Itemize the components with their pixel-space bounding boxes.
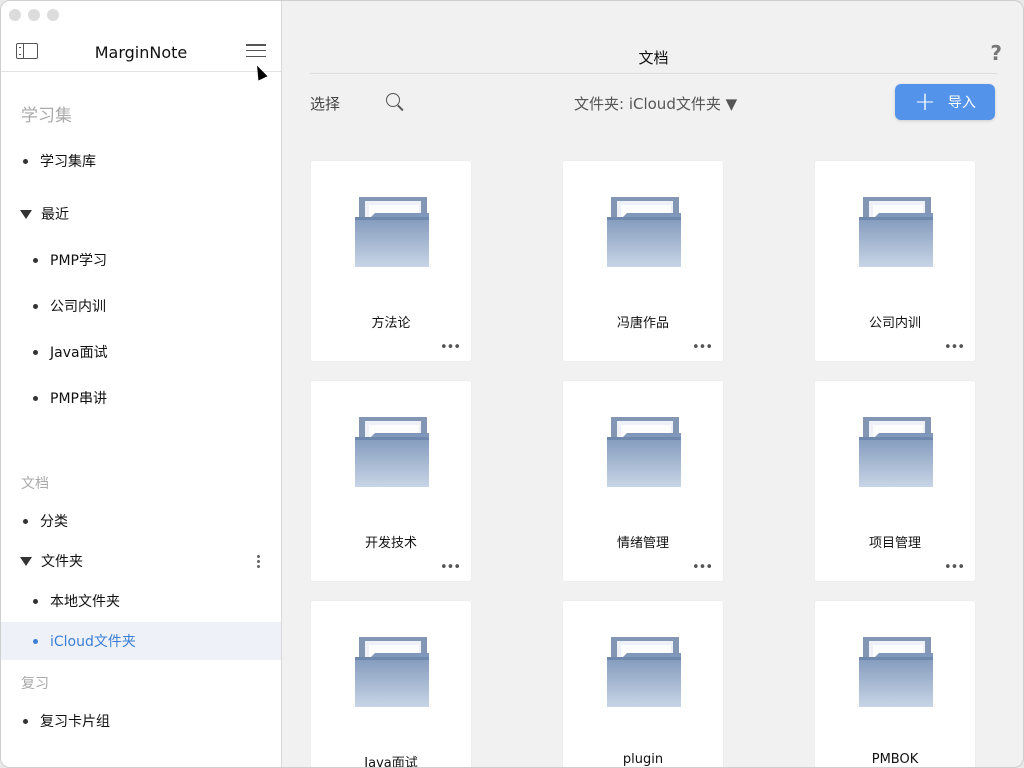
sidebar-header: MarginNote: [1, 37, 281, 72]
more-horizontal-icon[interactable]: •••: [692, 340, 713, 355]
folder-name: Java面试: [364, 756, 418, 768]
sidebar-item-folders[interactable]: 文件夹: [1, 543, 281, 579]
folder-card[interactable]: PMBOK: [815, 601, 975, 767]
more-horizontal-icon[interactable]: •••: [692, 560, 713, 575]
folder-name: plugin: [622, 752, 664, 767]
minimize-window-button[interactable]: [28, 9, 40, 21]
folder-dropdown[interactable]: 文件夹: iCloud文件夹 ▼: [574, 93, 737, 114]
folder-card[interactable]: 冯唐作品 •••: [563, 161, 723, 361]
bullet-icon: [23, 518, 28, 524]
sidebar-item-review-decks[interactable]: 复习卡片组: [1, 703, 281, 739]
folder-icon: [859, 197, 933, 267]
zoom-window-button[interactable]: [47, 9, 59, 21]
folder-card[interactable]: 开发技术 •••: [311, 381, 471, 581]
section-heading-study-sets: 学习集: [21, 106, 72, 126]
search-icon[interactable]: [386, 93, 400, 107]
bullet-icon: [33, 638, 38, 644]
sidebar-item-recent[interactable]: 最近: [1, 196, 281, 232]
folder-card[interactable]: plugin: [563, 601, 723, 767]
close-window-button[interactable]: [9, 9, 21, 21]
bullet-icon: [33, 349, 38, 355]
section-heading-documents: 文档: [21, 476, 49, 492]
app-window: MarginNote 学习集 学习集库 最近 PMP学习 公司内训 Java面试…: [0, 0, 1024, 768]
folder-card[interactable]: Java面试: [311, 601, 471, 768]
sidebar-item-local-folder[interactable]: 本地文件夹: [1, 583, 281, 619]
folder-name: 项目管理: [868, 536, 921, 551]
plus-icon: +: [914, 87, 936, 117]
header-divider: [310, 73, 997, 74]
folder-icon: [859, 637, 933, 707]
folder-name: PMBOK: [871, 752, 919, 767]
folder-icon: [355, 197, 429, 267]
folder-name: 开发技术: [364, 536, 417, 551]
sidebar-item-recent-java[interactable]: Java面试: [1, 334, 281, 370]
window-controls: [9, 9, 59, 21]
sidebar-item-icloud-folder[interactable]: iCloud文件夹: [1, 622, 281, 660]
folder-name: 冯唐作品: [616, 316, 669, 331]
folder-name: 情绪管理: [616, 536, 669, 551]
folder-card[interactable]: 项目管理 •••: [815, 381, 975, 581]
folder-card[interactable]: 情绪管理 •••: [563, 381, 723, 581]
more-vertical-icon[interactable]: [257, 555, 260, 570]
folder-icon: [607, 637, 681, 707]
bullet-icon: [23, 158, 28, 164]
bullet-icon: [33, 395, 38, 401]
more-horizontal-icon[interactable]: •••: [440, 560, 461, 575]
folder-icon: [355, 637, 429, 707]
folder-icon: [355, 417, 429, 487]
import-button[interactable]: + 导入: [895, 84, 995, 120]
disclosure-triangle-icon[interactable]: [20, 209, 32, 219]
folder-icon: [607, 197, 681, 267]
bullet-icon: [33, 257, 38, 263]
more-horizontal-icon[interactable]: •••: [944, 560, 965, 575]
help-icon[interactable]: ?: [990, 41, 1002, 65]
folder-card[interactable]: 方法论 •••: [311, 161, 471, 361]
section-heading-review: 复习: [21, 676, 49, 692]
more-horizontal-icon[interactable]: •••: [440, 340, 461, 355]
folder-name: 方法论: [371, 316, 411, 331]
bullet-icon: [33, 598, 38, 604]
folder-card[interactable]: 公司内训 •••: [815, 161, 975, 361]
page-title: 文档: [638, 49, 669, 67]
main-content: 文档 ? 选择 文件夹: iCloud文件夹 ▼ + 导入 方法论 ••• 冯唐…: [282, 1, 1023, 768]
sidebar-item-recent-pmp[interactable]: PMP学习: [1, 242, 281, 278]
bullet-icon: [33, 303, 38, 309]
folder-name: 公司内训: [868, 316, 921, 331]
folder-icon: [859, 417, 933, 487]
folder-icon: [607, 417, 681, 487]
sidebar-item-categories[interactable]: 分类: [1, 503, 281, 539]
sidebar: MarginNote 学习集 学习集库 最近 PMP学习 公司内训 Java面试…: [1, 1, 282, 767]
import-button-label: 导入: [947, 95, 976, 111]
select-button[interactable]: 选择: [310, 93, 340, 114]
sidebar-item-recent-training[interactable]: 公司内训: [1, 288, 281, 324]
disclosure-triangle-icon[interactable]: [20, 556, 32, 566]
more-horizontal-icon[interactable]: •••: [944, 340, 965, 355]
app-title: MarginNote: [94, 43, 188, 62]
sidebar-item-recent-pmp-talk[interactable]: PMP串讲: [1, 380, 281, 416]
hamburger-menu-icon[interactable]: [246, 44, 266, 58]
bullet-icon: [23, 718, 28, 724]
sidebar-item-library[interactable]: 学习集库: [1, 143, 281, 179]
